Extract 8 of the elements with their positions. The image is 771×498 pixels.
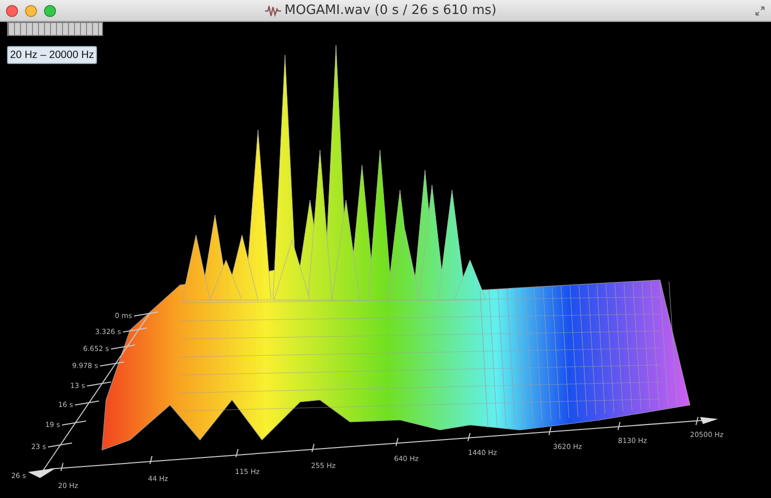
zoom-button[interactable] bbox=[44, 4, 56, 16]
minimize-button[interactable] bbox=[25, 4, 37, 16]
gradient-strip[interactable] bbox=[7, 22, 103, 36]
waveform-icon bbox=[264, 4, 281, 16]
frequency-range-button[interactable]: 20 Hz – 20000 Hz bbox=[7, 46, 98, 64]
close-button[interactable] bbox=[6, 4, 18, 16]
window-title: MOGAMI.wav (0 s / 26 s 610 ms) bbox=[284, 3, 496, 18]
fullscreen-icon[interactable] bbox=[755, 6, 765, 16]
